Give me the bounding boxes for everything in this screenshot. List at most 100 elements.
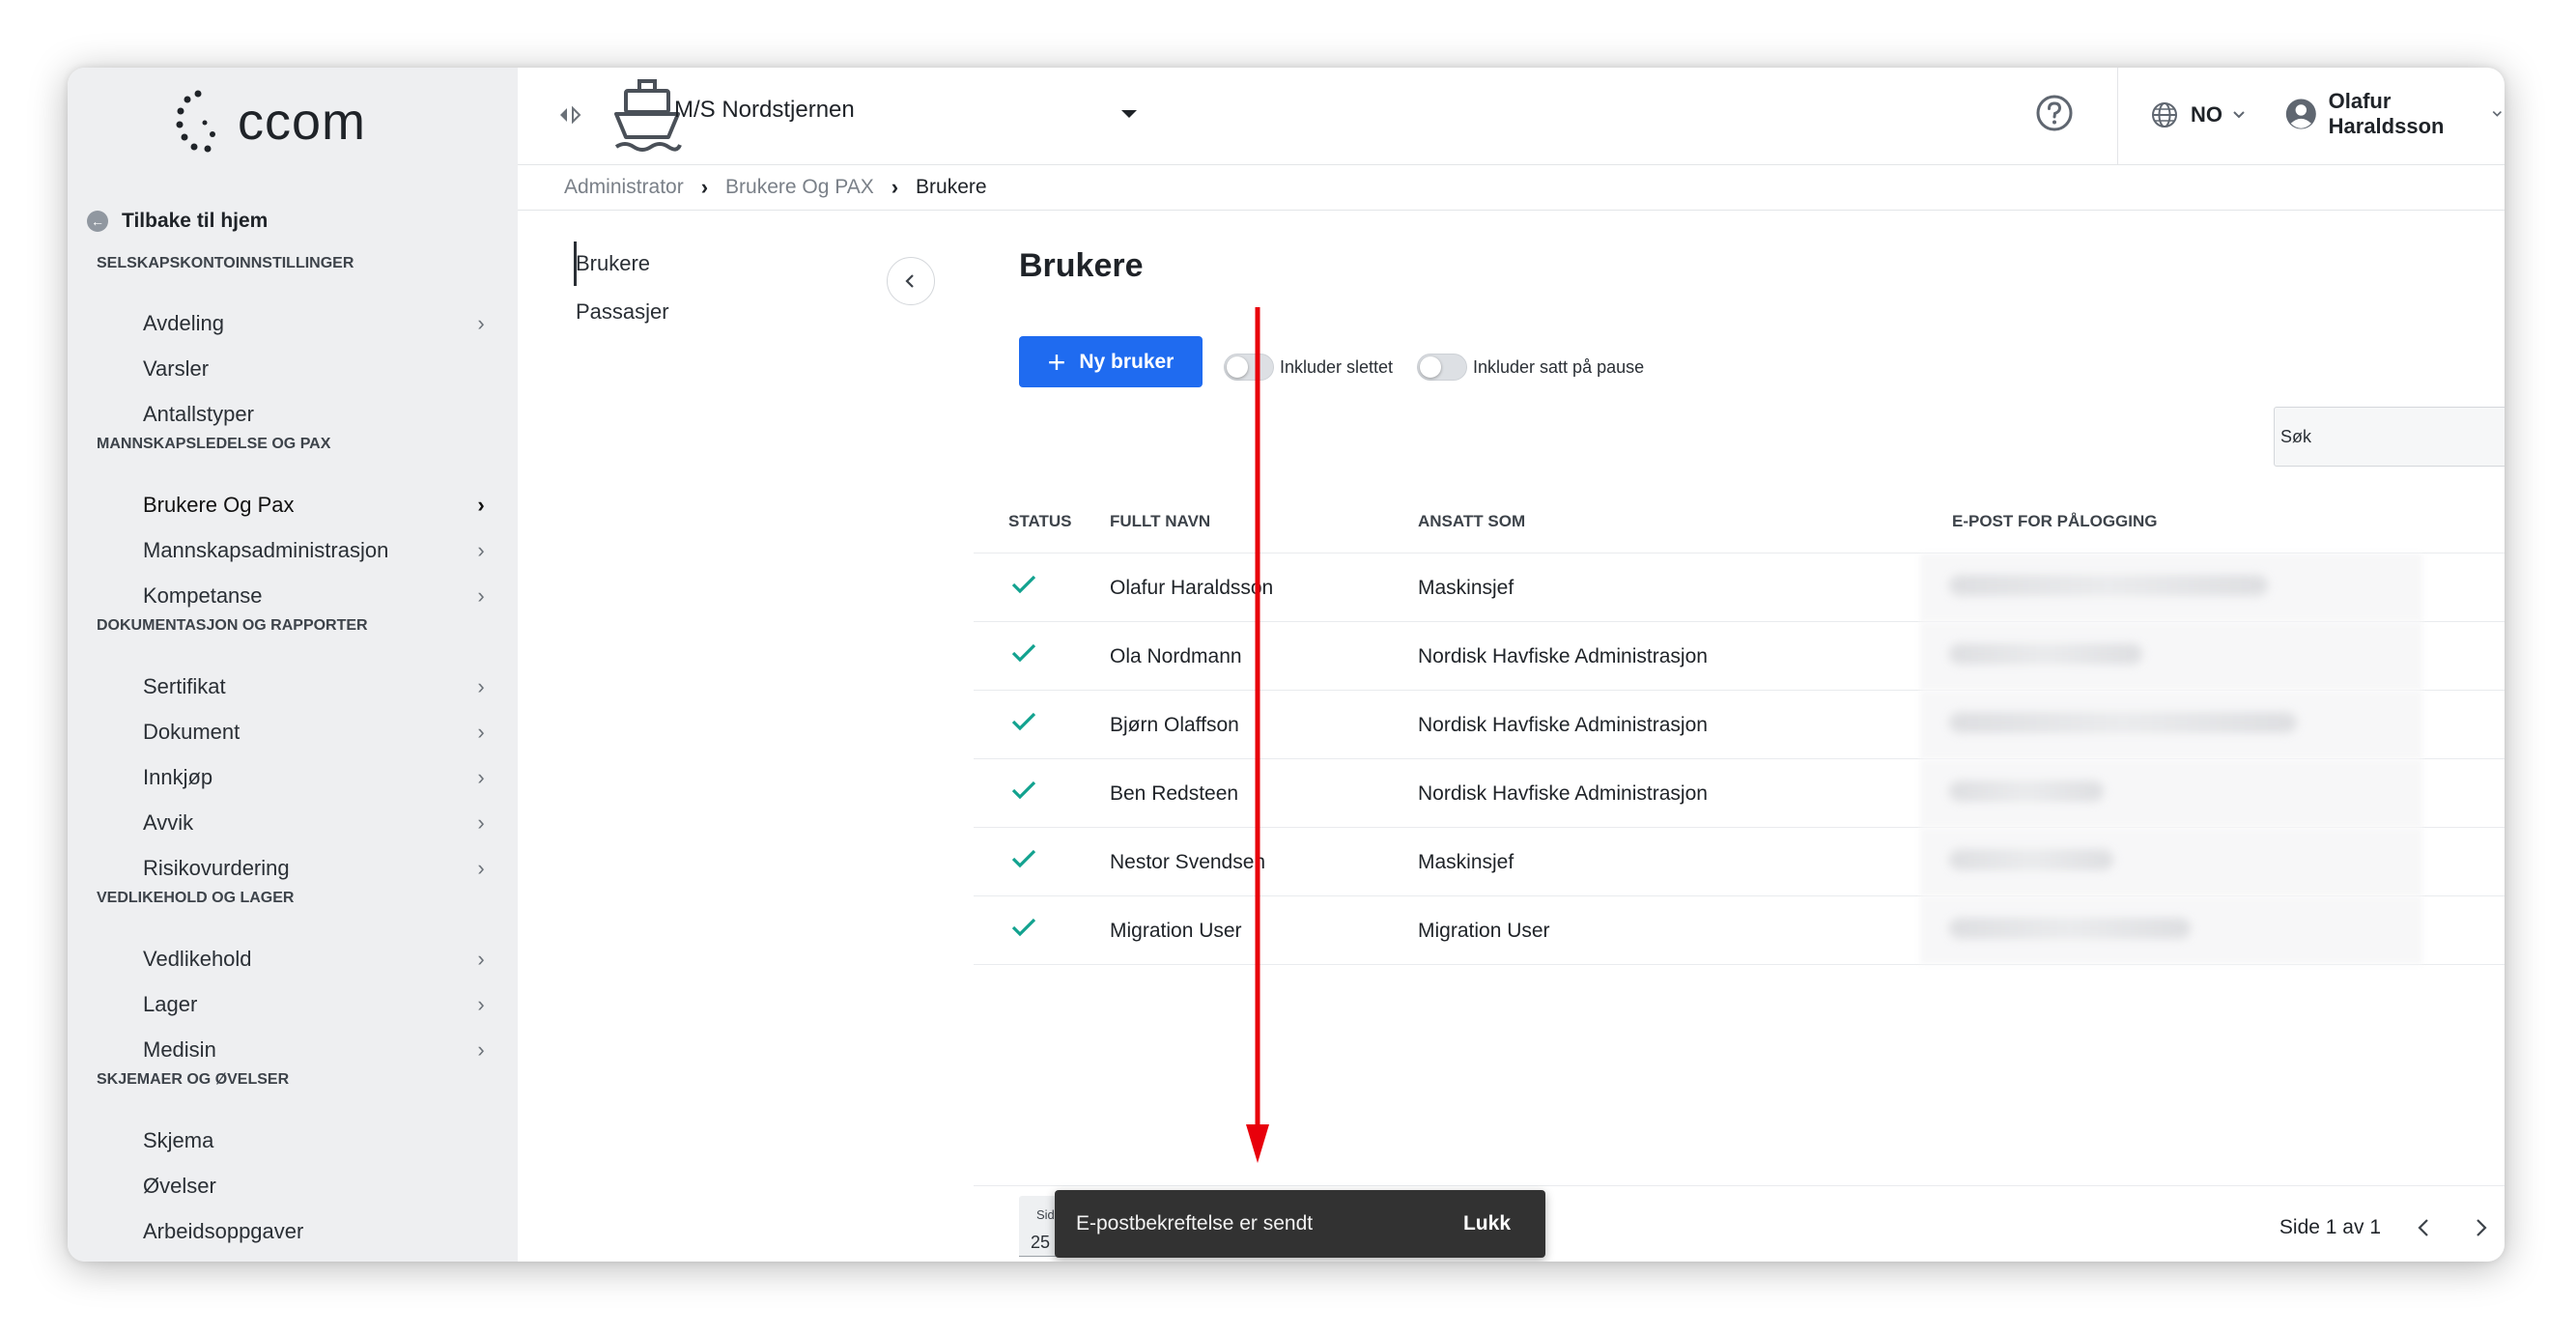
sidebar-item-skjema[interactable]: Skjema [143, 1121, 491, 1160]
chevron-down-icon [2233, 111, 2245, 119]
sidebar-item-sertifikat[interactable]: Sertifikat › [143, 667, 491, 706]
cell-role: Nordisk Havfiske Administrasjon [1418, 645, 1708, 667]
sidebar-item-avdeling[interactable]: Avdeling › [143, 304, 491, 343]
submenu-item-passasjer[interactable]: Passasjer [576, 299, 669, 325]
chevron-right-icon: › [477, 538, 485, 562]
sidebar-item-lager[interactable]: Lager › [143, 985, 491, 1024]
sidebar-item-vedlikehold[interactable]: Vedlikehold › [143, 940, 491, 979]
sidebar-item-risikovurdering[interactable]: Risikovurdering › [143, 849, 491, 888]
snackbar: E-postbekreftelse er sendt Lukk [1055, 1190, 1545, 1258]
section-title-documentation: DOKUMENTASJON OG RAPPORTER [97, 617, 368, 634]
sidebar-item-label: Mannskapsadministrasjon [143, 538, 389, 562]
help-circle-icon[interactable] [2034, 93, 2075, 133]
plus-icon: + [1047, 344, 1066, 380]
new-user-button[interactable]: + Ny bruker [1019, 336, 1203, 387]
cell-role: Maskinsjef [1418, 577, 1514, 599]
logo: ccom [176, 75, 366, 168]
sidebar-item-antallstyper[interactable]: Antallstyper [143, 395, 491, 434]
column-header-email[interactable]: E-POST FOR PÅLOGGING [1952, 512, 2158, 531]
chevron-left-icon [905, 274, 914, 288]
chevron-right-icon: › [477, 765, 485, 789]
column-header-role[interactable]: ANSATT SOM [1418, 512, 1525, 531]
breadcrumb-item-administrator[interactable]: Administrator [564, 176, 684, 199]
redacted-email [1949, 849, 2113, 870]
sidebar-item-label: Risikovurdering [143, 856, 290, 880]
redacted-email [1949, 643, 2142, 665]
back-to-home-link[interactable]: ← Tilbake til hjem [87, 210, 268, 233]
app-window: ccom ← Tilbake til hjem SELSKAPSKONTOINN… [68, 68, 2505, 1262]
chevron-right-icon[interactable] [2468, 1215, 2493, 1240]
chevron-left-icon[interactable] [2412, 1215, 2437, 1240]
sidebar-item-kompetanse[interactable]: Kompetanse › [143, 577, 491, 615]
cell-name: Bjørn Olaffson [1110, 714, 1239, 736]
chevron-right-icon: › [477, 856, 485, 880]
sidebar-item-label: Avvik [143, 810, 194, 835]
include-paused-toggle[interactable]: Inkluder satt på pause [1417, 354, 1644, 381]
submenu-item-brukere[interactable]: Brukere [576, 251, 650, 276]
sidebar-item-ovelser[interactable]: Øvelser [143, 1167, 491, 1206]
user-menu[interactable]: Olafur Haraldsson [2285, 89, 2505, 138]
topbar-divider [2117, 68, 2118, 164]
table-row[interactable]: Nestor Svendsen Maskinsjef [974, 828, 2505, 896]
check-icon [1011, 643, 1036, 663]
table-row[interactable]: Olafur Haraldsson Maskinsjef [974, 553, 2505, 622]
page-info: Side 1 av 1 [2279, 1216, 2381, 1238]
snackbar-close-button[interactable]: Lukk [1463, 1212, 1511, 1235]
globe-icon [2152, 102, 2177, 128]
search-input[interactable] [2274, 407, 2505, 467]
language-selector[interactable]: NO [2150, 96, 2248, 134]
sidebar-item-dokument[interactable]: Dokument › [143, 713, 491, 752]
pagination: Side 1 av 1 [2279, 1215, 2493, 1240]
users-table: STATUS FULLT NAVN ANSATT SOM E-POST FOR … [974, 491, 2505, 965]
back-to-home-label: Tilbake til hjem [122, 210, 269, 232]
chevron-right-icon: › [891, 175, 899, 199]
check-icon [1011, 918, 1036, 937]
chevron-right-icon: › [477, 583, 485, 608]
column-header-name[interactable]: FULLT NAVN [1110, 512, 1210, 531]
annotation-arrow-icon [1246, 307, 1269, 1163]
table-row[interactable]: Migration User Migration User [974, 896, 2505, 965]
breadcrumb: Administrator › Brukere Og PAX › Brukere [518, 165, 2505, 211]
sidebar-item-label: Vedlikehold [143, 947, 252, 971]
chevron-down-icon [2492, 110, 2503, 117]
include-paused-label: Inkluder satt på pause [1473, 356, 1645, 377]
chevron-right-icon: › [477, 493, 485, 517]
cell-name: Ben Redsteen [1110, 782, 1239, 805]
table-row[interactable]: Ben Redsteen Nordisk Havfiske Administra… [974, 759, 2505, 828]
sidebar-item-arbeidsoppgaver[interactable]: Arbeidsoppgaver [143, 1212, 491, 1251]
sidebar-item-mannskapsadministrasjon[interactable]: Mannskapsadministrasjon › [143, 531, 491, 570]
sidebar-item-medisin[interactable]: Medisin › [143, 1031, 491, 1069]
vessel-name: M/S Nordstjernen [674, 97, 855, 123]
new-user-button-label: Ny bruker [1079, 350, 1175, 373]
language-label: NO [2191, 102, 2222, 127]
toggle-switch[interactable] [1417, 354, 1467, 381]
topbar: M/S Nordstjernen NO Olafur Haraldsson [518, 68, 2505, 165]
section-title-forms: SKJEMAER OG ØVELSER [97, 1071, 290, 1088]
cell-role: Nordisk Havfiske Administrasjon [1418, 714, 1708, 736]
sidebar-item-label: Lager [143, 992, 198, 1016]
chevron-right-icon: › [477, 1037, 485, 1062]
sidebar-item-label: Øvelser [143, 1174, 216, 1198]
collapse-submenu-button[interactable] [887, 257, 935, 305]
sidebar-item-varsler[interactable]: Varsler [143, 350, 491, 388]
breadcrumb-item-brukere-og-pax[interactable]: Brukere Og PAX [725, 176, 874, 199]
sidebar-item-label: Arbeidsoppgaver [143, 1219, 304, 1243]
breadcrumb-item-brukere: Brukere [916, 176, 987, 198]
cell-role: Migration User [1418, 920, 1550, 942]
sidebar-toggle-icon[interactable] [554, 99, 585, 130]
arrow-left-circle-icon: ← [87, 211, 108, 232]
sidebar-item-innkjop[interactable]: Innkjøp › [143, 758, 491, 797]
caret-down-icon[interactable] [1117, 102, 1142, 124]
chevron-right-icon: › [477, 311, 485, 335]
chevron-right-icon: › [477, 674, 485, 698]
sidebar-item-avvik[interactable]: Avvik › [143, 804, 491, 842]
sidebar-item-brukere-og-pax[interactable]: Brukere Og Pax › [143, 486, 491, 525]
table-row[interactable]: Bjørn Olaffson Nordisk Havfiske Administ… [974, 691, 2505, 759]
section-title-maintenance: VEDLIKEHOLD OG LAGER [97, 890, 295, 906]
sidebar-item-label: Dokument [143, 720, 241, 744]
table-row[interactable]: Ola Nordmann Nordisk Havfiske Administra… [974, 622, 2505, 691]
column-header-status[interactable]: STATUS [1008, 512, 1071, 531]
sidebar-item-label: Innkjøp [143, 765, 213, 789]
cell-name: Nestor Svendsen [1110, 851, 1266, 873]
sidebar-item-label: Medisin [143, 1037, 216, 1062]
